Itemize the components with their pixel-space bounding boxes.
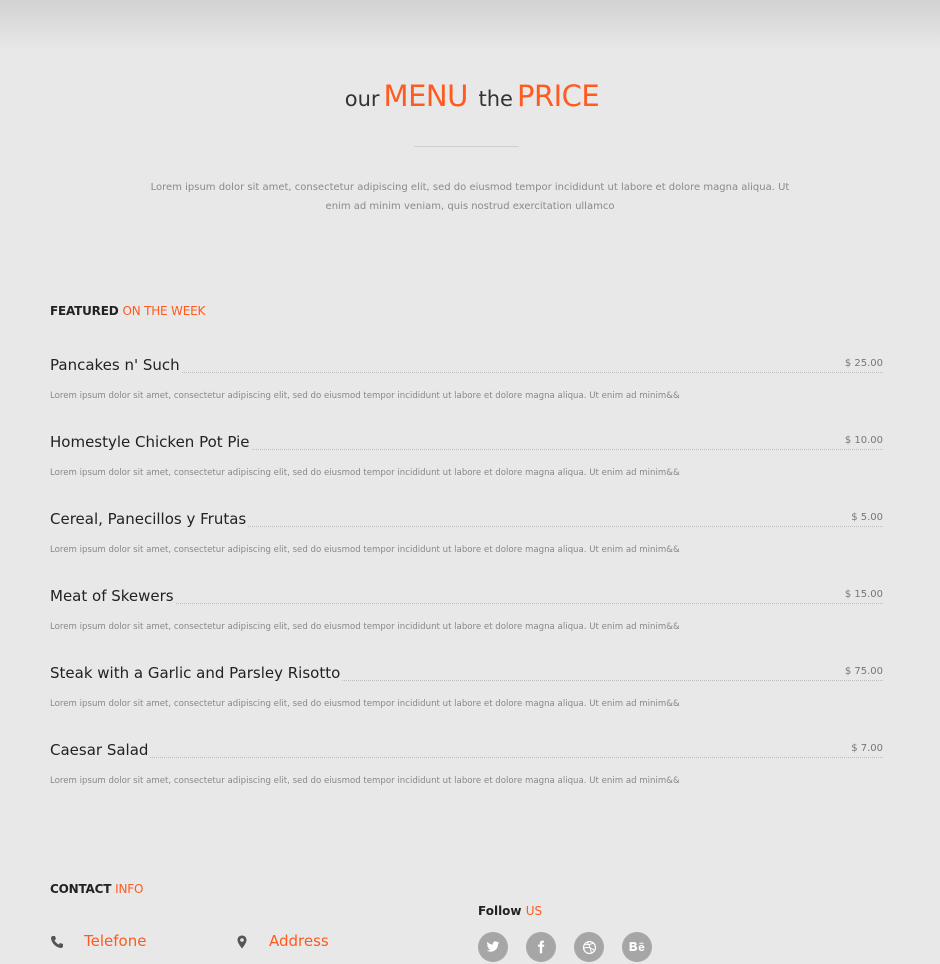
menu-item-price: $ 7.00	[847, 743, 883, 754]
map-marker-icon	[235, 934, 249, 949]
menu-item-price: $ 15.00	[840, 589, 883, 600]
menu-item-name: Caesar Salad	[50, 741, 149, 759]
menu-item-row: Homestyle Chicken Pot Pie $ 10.00	[50, 429, 883, 451]
menu-item: Cereal, Panecillos y Frutas $ 5.00 Lorem…	[50, 506, 883, 583]
contact-address: Address	[235, 932, 329, 950]
phone-icon	[50, 934, 64, 948]
page-title: our MENU the PRICE	[0, 78, 940, 117]
menu-item-description: Lorem ipsum dolor sit amet, consectetur …	[50, 699, 680, 709]
contact-heading-accent: INFO	[115, 882, 144, 896]
title-word-menu: MENU	[383, 79, 469, 113]
menu-item-row: Steak with a Garlic and Parsley Risotto …	[50, 660, 883, 682]
dotted-leader	[342, 679, 883, 681]
menu-item-description: Lorem ipsum dolor sit amet, consectetur …	[50, 545, 680, 555]
title-word-our: our	[344, 87, 380, 111]
dotted-leader	[175, 602, 883, 604]
title-word-price: PRICE	[516, 79, 600, 113]
menu-item-row: Cereal, Panecillos y Frutas $ 5.00	[50, 506, 883, 528]
facebook-button[interactable]	[526, 932, 556, 962]
featured-heading-main: FEATURED	[50, 304, 119, 318]
featured-heading-accent: ON THE WEEK	[122, 304, 206, 318]
phone-label[interactable]: Telefone	[84, 932, 146, 950]
menu-item-name: Cereal, Panecillos y Frutas	[50, 510, 247, 528]
featured-heading: FEATURED ON THE WEEK	[50, 304, 205, 318]
menu-item-row: Pancakes n' Such $ 25.00	[50, 352, 883, 374]
top-shadow	[0, 0, 940, 50]
menu-item-description: Lorem ipsum dolor sit amet, consectetur …	[50, 468, 680, 478]
twitter-button[interactable]	[478, 932, 508, 962]
intro-text: Lorem ipsum dolor sit amet, consectetur …	[150, 182, 790, 212]
menu-item-name: Steak with a Garlic and Parsley Risotto	[50, 664, 341, 682]
menu-item: Steak with a Garlic and Parsley Risotto …	[50, 660, 883, 737]
contact-heading-main: CONTACT	[50, 882, 112, 896]
contact-heading: CONTACT INFO	[50, 882, 143, 896]
menu-item-price: $ 10.00	[840, 435, 883, 446]
menu-item-price: $ 5.00	[847, 512, 883, 523]
dribbble-button[interactable]	[574, 932, 604, 962]
dotted-leader	[150, 756, 883, 758]
dotted-leader	[251, 448, 883, 450]
contact-phone: Telefone	[50, 932, 146, 950]
menu-item: Pancakes n' Such $ 25.00 Lorem ipsum dol…	[50, 352, 883, 429]
menu-item-price: $ 25.00	[840, 358, 883, 369]
address-label[interactable]: Address	[269, 932, 329, 950]
title-word-the: the	[478, 87, 513, 111]
title-divider	[414, 146, 519, 147]
menu-item-description: Lorem ipsum dolor sit amet, consectetur …	[50, 622, 680, 632]
dotted-leader	[181, 371, 883, 373]
menu-item: Homestyle Chicken Pot Pie $ 10.00 Lorem …	[50, 429, 883, 506]
behance-icon	[629, 942, 644, 952]
twitter-icon	[486, 941, 500, 952]
menu-item: Meat of Skewers $ 15.00 Lorem ipsum dolo…	[50, 583, 883, 660]
menu-item-description: Lorem ipsum dolor sit amet, consectetur …	[50, 391, 680, 401]
facebook-icon	[538, 940, 545, 954]
menu-item: Caesar Salad $ 7.00 Lorem ipsum dolor si…	[50, 737, 883, 814]
behance-button[interactable]	[622, 932, 652, 962]
dribbble-icon	[582, 940, 596, 954]
follow-heading-accent: US	[525, 904, 543, 918]
menu-item-description: Lorem ipsum dolor sit amet, consectetur …	[50, 776, 680, 786]
menu-item-name: Pancakes n' Such	[50, 356, 180, 374]
menu-item-name: Meat of Skewers	[50, 587, 174, 605]
dotted-leader	[248, 525, 883, 527]
follow-heading-main: Follow	[478, 904, 522, 918]
menu-item-price: $ 75.00	[840, 666, 883, 677]
follow-heading: Follow US	[478, 904, 542, 918]
menu-item-row: Caesar Salad $ 7.00	[50, 737, 883, 759]
menu-list: Pancakes n' Such $ 25.00 Lorem ipsum dol…	[50, 352, 883, 814]
menu-item-row: Meat of Skewers $ 15.00	[50, 583, 883, 605]
menu-item-name: Homestyle Chicken Pot Pie	[50, 433, 250, 451]
